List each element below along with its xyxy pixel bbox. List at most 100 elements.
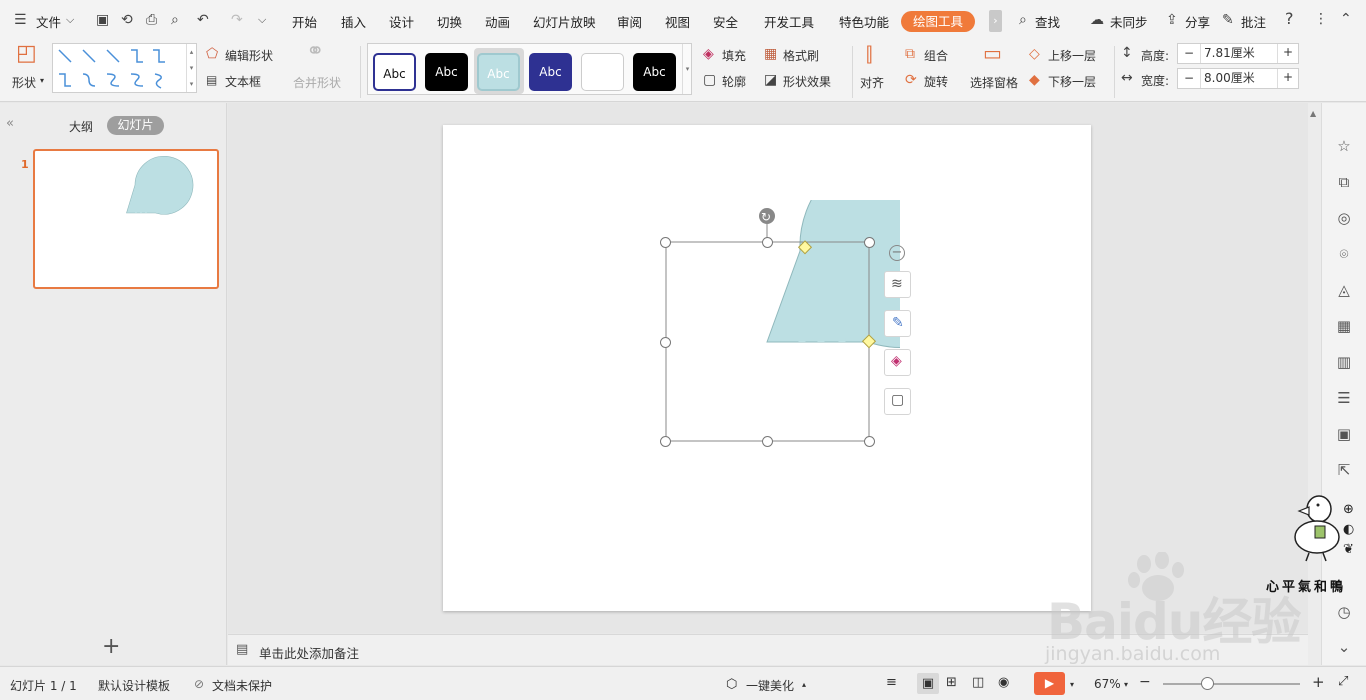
tab-security[interactable]: 安全 [713, 12, 738, 31]
reading-view-icon[interactable]: ◫ [972, 675, 984, 690]
tab-animation[interactable]: 动画 [485, 12, 510, 31]
tab-transition[interactable]: 切换 [437, 12, 462, 31]
shape-button[interactable]: 形状 [12, 74, 36, 91]
add-slide-icon[interactable]: + [102, 634, 120, 659]
resize-handle-tl[interactable] [660, 237, 671, 248]
textbox-button[interactable]: 文本框 [225, 73, 261, 90]
style-float-button[interactable]: ✎ [884, 310, 911, 337]
comment-icon[interactable]: ✎ [1222, 12, 1234, 28]
hamburger-icon[interactable]: ☰ [14, 12, 27, 28]
tab-outline[interactable]: 大纲 [69, 118, 93, 135]
resize-handle-l[interactable] [660, 337, 671, 348]
edit-shape-button[interactable]: 编辑形状 [225, 47, 273, 64]
rotate-icon[interactable]: ⟳ [905, 72, 917, 88]
height-decrement-button[interactable]: − [1184, 46, 1194, 60]
merge-shape-button[interactable]: 合并形状 [293, 74, 341, 91]
image-icon[interactable]: ▣ [1334, 425, 1354, 445]
customize-quick-access-icon[interactable]: ⌵ [258, 12, 266, 28]
search-icon[interactable]: ⌕ [1019, 12, 1027, 28]
collapse-float-icon[interactable]: − [889, 245, 905, 261]
more-icon[interactable]: ⋮ [1314, 11, 1328, 27]
zoom-level[interactable]: 67% [1094, 677, 1121, 691]
send-backward-button[interactable]: 下移一层 [1048, 73, 1096, 90]
more-panel-icon[interactable]: ⌄ [1334, 638, 1354, 658]
width-increment-button[interactable]: + [1283, 70, 1293, 84]
rotate-button[interactable]: 旋转 [924, 73, 948, 90]
style-dark-blue[interactable]: Abc [529, 53, 572, 91]
print-preview-icon[interactable]: ⌕ [171, 12, 179, 28]
height-input[interactable]: 7.81厘米 [1200, 44, 1278, 63]
layer-float-button[interactable]: ≋ [884, 271, 911, 298]
bring-forward-button[interactable]: 上移一层 [1048, 47, 1096, 64]
collapse-panel-icon[interactable]: « [6, 116, 14, 131]
undo-history-icon[interactable]: ⟲ [121, 12, 133, 28]
selection-pane-icon[interactable]: ▭ [983, 43, 1002, 63]
notes-view-icon[interactable]: ≡ [886, 675, 897, 690]
beautify-button[interactable]: 一键美化 [746, 677, 794, 694]
location-icon[interactable]: ⌾ [1334, 245, 1354, 265]
gallery-scroll[interactable]: ▴ ▾ ▾ [186, 44, 196, 92]
textbox-icon[interactable]: ▤ [206, 72, 217, 88]
group-icon[interactable]: ⧉ [905, 46, 915, 62]
save-icon[interactable]: ▣ [96, 12, 109, 28]
style-outline-blue[interactable]: Abc [373, 53, 416, 91]
outline-button[interactable]: 轮廓 [722, 73, 746, 90]
tab-home[interactable]: 开始 [292, 12, 317, 31]
shape-effect-button[interactable]: 形状效果 [783, 73, 831, 90]
width-input[interactable]: 8.00厘米 [1200, 69, 1278, 88]
selection-pane-button[interactable]: 选择窗格 [970, 74, 1018, 91]
resize-handle-tr[interactable] [864, 237, 875, 248]
bring-forward-icon[interactable]: ◇ [1029, 46, 1040, 62]
settings-sliders-icon[interactable]: ☰ [1334, 389, 1354, 409]
file-menu[interactable]: 文件 [36, 12, 61, 31]
zoom-chevron-icon[interactable]: ▾ [1124, 680, 1128, 689]
tab-view[interactable]: 视图 [665, 12, 690, 31]
fit-window-icon[interactable]: ⤢ [1338, 674, 1348, 689]
style-white[interactable] [581, 53, 624, 91]
help-icon[interactable]: ? [1285, 11, 1294, 27]
outline-float-button[interactable]: ▢ [884, 388, 911, 415]
slide-thumbnail[interactable] [33, 149, 219, 289]
print-icon[interactable]: ⎙ [146, 12, 157, 28]
redo-icon[interactable]: ↷ [231, 12, 243, 28]
tab-developer[interactable]: 开发工具 [764, 12, 814, 31]
history-icon[interactable]: ◷ [1334, 603, 1354, 623]
group-button[interactable]: 组合 [924, 47, 948, 64]
chevron-down-icon[interactable]: ⌵ [66, 12, 74, 28]
fill-icon[interactable]: ◈ [703, 46, 714, 62]
comment-button[interactable]: 批注 [1241, 12, 1266, 31]
zoom-out-button[interactable]: − [1139, 674, 1151, 690]
tab-insert[interactable]: 插入 [341, 12, 366, 31]
zoom-in-button[interactable]: + [1312, 673, 1325, 691]
play-options-chevron-icon[interactable]: ▾ [1070, 680, 1074, 689]
share-icon[interactable]: ⇪ [1166, 12, 1178, 28]
normal-view-icon[interactable]: ▣ [917, 673, 939, 694]
notes-placeholder[interactable]: 单击此处添加备注 [259, 643, 359, 662]
edit-shape-icon[interactable]: ⬠ [206, 46, 218, 62]
cloud-icon[interactable]: ☁ [1090, 12, 1104, 28]
format-painter-icon[interactable]: ▦ [764, 46, 777, 62]
shapes-pane-icon[interactable]: ◎ [1334, 209, 1354, 229]
connector-shapes-icon[interactable] [53, 44, 183, 92]
search-button[interactable]: 查找 [1035, 12, 1060, 31]
resize-handle-t[interactable] [762, 237, 773, 248]
tab-slides[interactable]: 幻灯片 [107, 116, 164, 135]
more-tabs-icon[interactable]: › [989, 10, 1002, 32]
resize-handle-br[interactable] [864, 436, 875, 447]
presenter-icon[interactable]: ◉ [998, 675, 1009, 690]
width-spinner[interactable]: − 8.00厘米 + [1177, 68, 1299, 89]
height-increment-button[interactable]: + [1283, 45, 1293, 59]
resize-handle-b[interactable] [762, 436, 773, 447]
slide-sorter-icon[interactable]: ⊞ [946, 675, 957, 690]
shape-effect-icon[interactable]: ◪ [764, 72, 777, 88]
star-icon[interactable]: ☆ [1334, 137, 1354, 157]
export-icon[interactable]: ⇱ [1334, 461, 1354, 481]
resize-handle-bl[interactable] [660, 436, 671, 447]
align-icon[interactable]: ⫿ [866, 44, 872, 64]
zoom-slider-thumb[interactable] [1201, 677, 1214, 690]
scroll-up-icon[interactable]: ▲ [1310, 109, 1316, 118]
play-slideshow-icon[interactable]: ▶ [1034, 672, 1065, 695]
fill-float-button[interactable]: ◈ [884, 349, 911, 376]
grid-icon[interactable]: ▦ [1334, 317, 1354, 337]
layers-pane-icon[interactable]: ◬ [1334, 281, 1354, 301]
